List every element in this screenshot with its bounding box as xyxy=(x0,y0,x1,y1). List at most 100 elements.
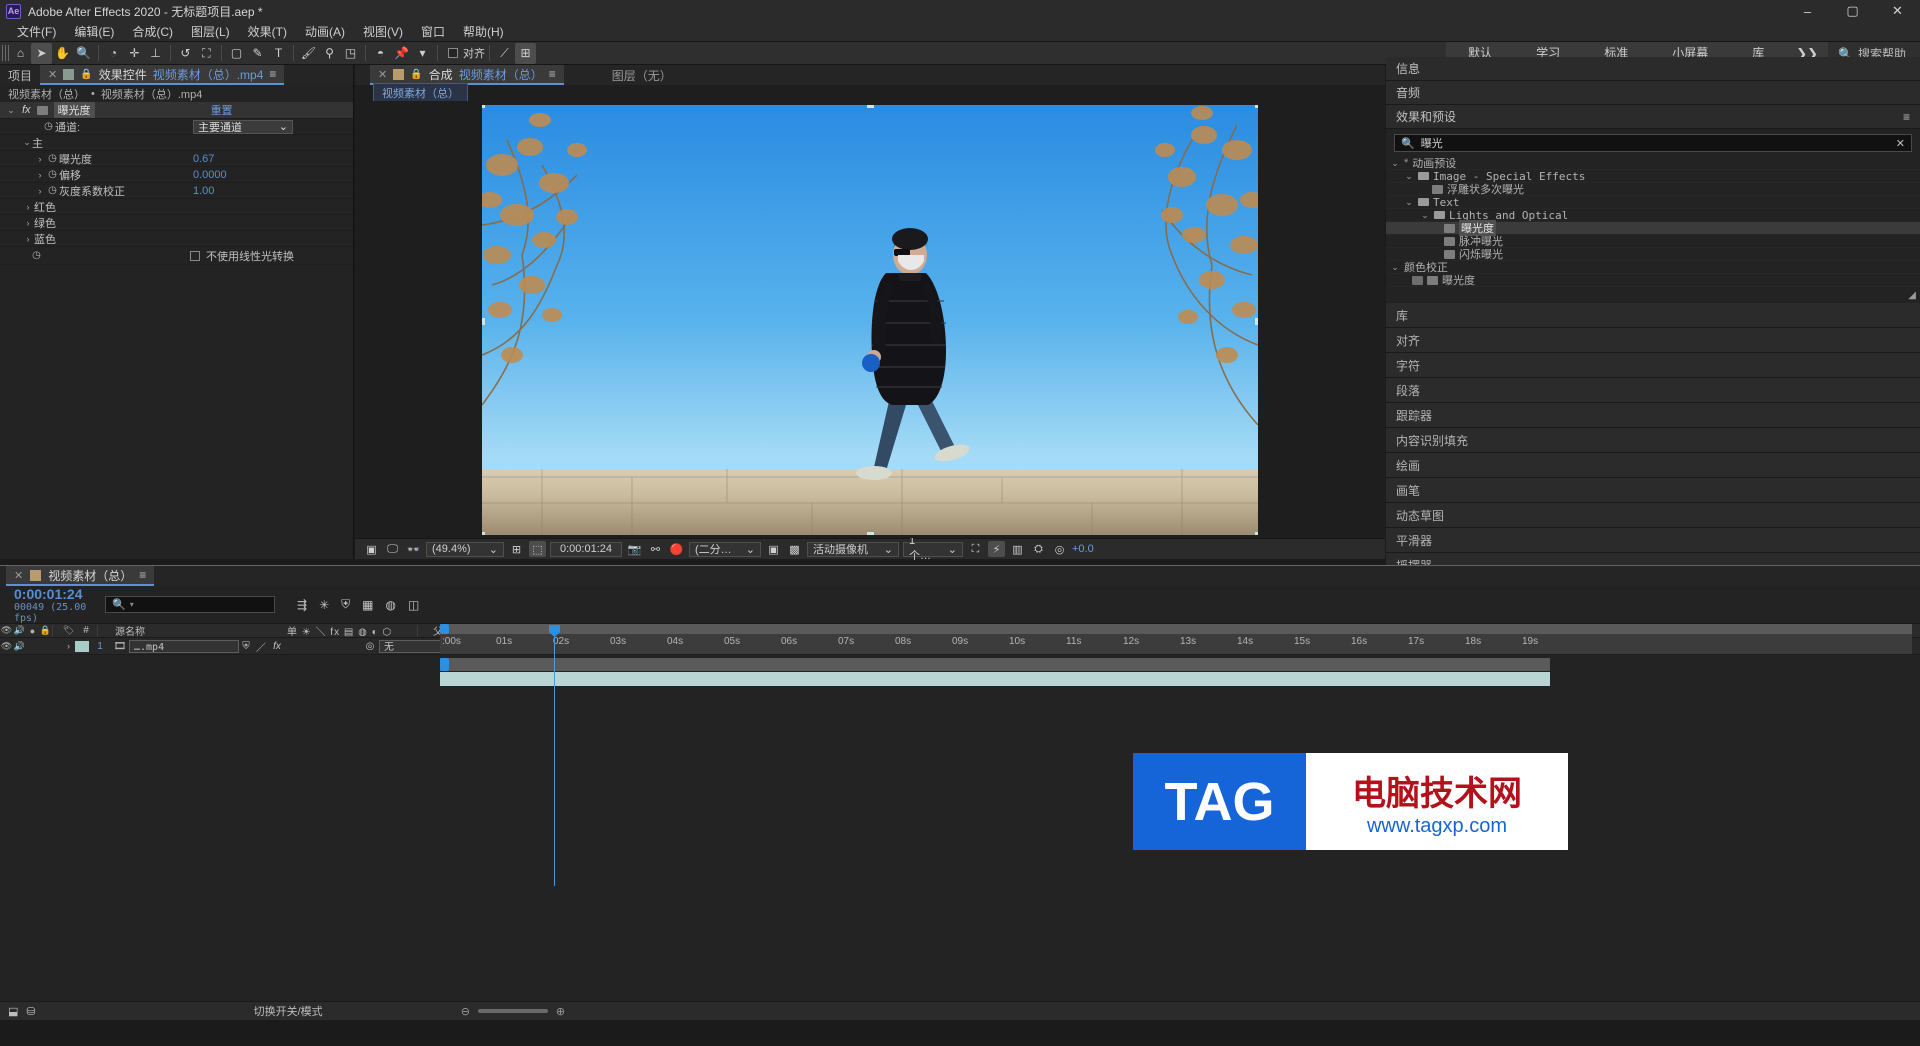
minimize-button[interactable]: – xyxy=(1785,0,1830,22)
selection-tool-icon[interactable]: ➤ xyxy=(31,43,52,64)
puppet-extra-icon[interactable]: ▾ xyxy=(412,43,433,64)
chevron-down-icon[interactable]: ⌄ xyxy=(22,137,32,148)
text-tool-icon[interactable]: T xyxy=(268,43,289,64)
panel-menu-icon[interactable]: ≡ xyxy=(549,67,556,81)
hand-tool-icon[interactable]: ✋ xyxy=(52,43,73,64)
close-tab-icon[interactable]: ✕ xyxy=(378,68,387,81)
property-value-offset[interactable]: 0.0000 xyxy=(193,169,227,181)
switches-modes-label[interactable]: 切换开关/模式 xyxy=(254,1003,323,1019)
layer-label-color[interactable] xyxy=(75,641,89,652)
tree-item-text[interactable]: ⌄ Text xyxy=(1386,196,1920,209)
layer-parent-value[interactable]: 无 xyxy=(379,640,443,653)
menu-item-composition[interactable]: 合成(C) xyxy=(123,22,182,42)
frame-blending-icon[interactable]: ▦ xyxy=(362,598,373,612)
tree-item-flicker-exposure[interactable]: 闪烁曝光 xyxy=(1386,248,1920,261)
panel-menu-icon[interactable]: ≡ xyxy=(269,67,276,81)
camera-dropdown[interactable]: 活动摄像机 ⌄ xyxy=(807,542,899,557)
property-group-blue[interactable]: › 蓝色 xyxy=(0,231,353,247)
tab-effect-controls[interactable]: ✕ 🔒 效果控件 视频素材（总）.mp4 ≡ xyxy=(40,65,284,85)
puppet-pin-tool-icon[interactable]: 📌 xyxy=(391,43,412,64)
time-ticks[interactable]: :00s 01s 02s 03s 04s 05s 06s 07s 08s 09s… xyxy=(440,634,1912,654)
layer-quality-icon[interactable]: ／ xyxy=(253,639,269,654)
effects-presets-header[interactable]: 效果和预设 ≡ xyxy=(1386,105,1920,129)
timeline-search-input[interactable]: 🔍 ▾ xyxy=(105,596,275,613)
selection-handle-tc[interactable] xyxy=(867,105,874,108)
show-snapshot-icon[interactable]: ⚯ xyxy=(647,541,664,557)
zoom-dropdown[interactable]: (49.4%) ⌄ xyxy=(426,542,504,557)
panel-library[interactable]: 库 xyxy=(1386,303,1920,328)
layer-motion-blur-icon[interactable]: ◎ xyxy=(361,641,379,652)
panel-paint[interactable]: 绘画 xyxy=(1386,453,1920,478)
stopwatch-icon[interactable]: ◷ xyxy=(46,185,59,196)
snapping-toggle[interactable]: 对齐 xyxy=(448,45,485,61)
selection-handle-mr[interactable] xyxy=(1255,318,1258,325)
menu-item-edit[interactable]: 编辑(E) xyxy=(65,22,123,42)
rotation-tool-icon[interactable]: ↺ xyxy=(175,43,196,64)
resolution-dropdown[interactable]: (二分… ⌄ xyxy=(689,542,761,557)
work-area-bar[interactable] xyxy=(440,624,1912,634)
toolbar-grip[interactable] xyxy=(2,45,10,61)
hide-shy-layers-icon[interactable]: ⛨ xyxy=(341,597,350,612)
tab-layer[interactable]: 图层（无） xyxy=(604,65,680,85)
snap-mode-icon[interactable]: ⟋ xyxy=(494,43,515,64)
chevron-right-icon[interactable]: › xyxy=(34,186,46,196)
brush-tool-icon[interactable]: 🖌 xyxy=(298,43,319,64)
time-display[interactable]: 0:00:01:24 xyxy=(550,542,622,557)
chevron-right-icon[interactable]: › xyxy=(22,202,34,212)
property-group-master[interactable]: ⌄ 主 xyxy=(0,135,353,151)
close-button[interactable]: ✕ xyxy=(1875,0,1920,22)
grid-snap-icon[interactable]: ⊞ xyxy=(515,43,536,64)
panel-motion-sketch[interactable]: 动态草图 xyxy=(1386,503,1920,528)
timecode-block[interactable]: 0:00:01:24 00049 (25.00 fps) xyxy=(0,586,100,624)
selection-handle-tl[interactable] xyxy=(482,105,485,108)
property-value-exposure[interactable]: 0.67 xyxy=(193,153,214,165)
chevron-down-icon[interactable]: ⌄ xyxy=(1420,210,1430,221)
stopwatch-icon[interactable]: ◷ xyxy=(46,169,59,180)
graph-editor-icon[interactable]: ◫ xyxy=(408,598,419,612)
menu-item-effect[interactable]: 效果(T) xyxy=(239,22,296,42)
panel-content-aware-fill[interactable]: 内容识别填充 xyxy=(1386,428,1920,453)
snapping-checkbox[interactable] xyxy=(448,48,458,58)
home-icon[interactable]: ⌂ xyxy=(10,43,31,64)
maximize-button[interactable]: ▢ xyxy=(1830,0,1875,22)
snapshot-camera-icon[interactable]: 📷 xyxy=(626,541,643,557)
selection-handle-bc[interactable] xyxy=(867,532,874,535)
chevron-right-icon[interactable]: › xyxy=(22,218,34,228)
pen-tool-icon[interactable]: ✎ xyxy=(247,43,268,64)
reset-button[interactable]: 重置 xyxy=(211,102,233,118)
breadcrumb-comp[interactable]: 视频素材（总） xyxy=(8,86,85,102)
selection-handle-ml[interactable] xyxy=(482,318,485,325)
property-group-red[interactable]: › 红色 xyxy=(0,199,353,215)
audio-panel-header[interactable]: 音频 xyxy=(1386,81,1920,105)
effect-name[interactable]: 曝光度 xyxy=(54,102,95,118)
anchor-point-tool-icon[interactable]: ⛶ xyxy=(196,43,217,64)
always-preview-icon[interactable]: 🖵 xyxy=(384,541,401,557)
info-panel-header[interactable]: 信息 xyxy=(1386,57,1920,81)
stopwatch-icon[interactable]: ◷ xyxy=(42,121,55,132)
layer-clip-bar[interactable] xyxy=(440,672,1550,686)
chevron-down-icon[interactable]: ⌄ xyxy=(1390,262,1400,273)
exposure-icon[interactable]: ◎ xyxy=(1051,541,1068,557)
zoom-tool-icon[interactable]: 🔍 xyxy=(73,43,94,64)
transparency-grid-icon[interactable]: ▩ xyxy=(786,541,803,557)
dolly-tool-icon[interactable]: ⊥ xyxy=(145,43,166,64)
chevron-right-icon[interactable]: › xyxy=(34,170,46,180)
menu-item-animation[interactable]: 动画(A) xyxy=(296,22,354,42)
selection-handle-tr[interactable] xyxy=(1255,105,1258,108)
resize-grip[interactable]: ◢ xyxy=(1386,287,1920,303)
lock-icon[interactable]: 🔒 xyxy=(80,69,92,80)
property-value-gamma[interactable]: 1.00 xyxy=(193,185,214,197)
views-dropdown[interactable]: 1 个… ⌄ xyxy=(903,542,963,557)
track-header-strip[interactable] xyxy=(440,658,1550,671)
stopwatch-icon[interactable]: ◷ xyxy=(46,153,59,164)
chevron-down-icon[interactable]: ⌄ xyxy=(1404,171,1414,182)
close-tab-icon[interactable]: ✕ xyxy=(14,569,23,582)
chevron-right-icon[interactable]: › xyxy=(34,154,46,164)
tab-composition[interactable]: ✕ 🔒 合成 视频素材（总） ≡ xyxy=(370,65,564,85)
shape-tool-icon[interactable]: ▢ xyxy=(226,43,247,64)
close-tab-icon[interactable]: ✕ xyxy=(48,68,57,81)
layer-source-name[interactable]: ….mp4 xyxy=(129,640,239,653)
stopwatch-icon[interactable]: ◷ xyxy=(30,250,43,261)
roto-brush-tool-icon[interactable]: ◓ xyxy=(370,43,391,64)
chevron-right-icon[interactable]: › xyxy=(22,234,34,244)
